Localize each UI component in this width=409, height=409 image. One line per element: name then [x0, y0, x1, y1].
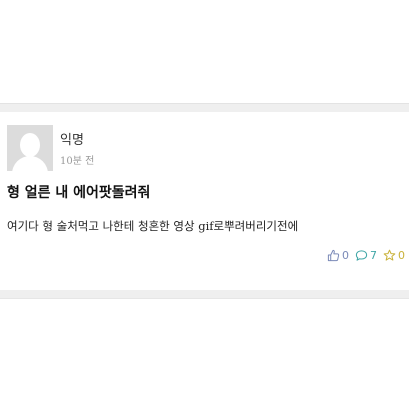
comment-count: 7	[370, 249, 377, 262]
speech-bubble-icon	[355, 250, 368, 261]
avatar-body-shape	[12, 156, 48, 171]
post-timestamp: 10분 전	[60, 156, 95, 167]
post-stats: 0 7 0	[327, 249, 405, 262]
thumbs-up-icon	[327, 249, 340, 262]
comment-button[interactable]: 7	[355, 249, 377, 262]
star-count: 0	[398, 249, 405, 262]
star-icon	[383, 249, 396, 261]
page: 익명 10분 전 형 얼른 내 에어팟돌려줘 여기다 형 술처먹고 나한테 청혼…	[0, 0, 409, 409]
section-divider-bottom	[0, 290, 409, 299]
avatar	[7, 125, 53, 171]
avatar-head-shape	[20, 133, 40, 157]
scrap-button[interactable]: 0	[383, 249, 405, 262]
like-button[interactable]: 0	[327, 249, 349, 262]
post-title[interactable]: 형 얼른 내 에어팟돌려줘	[7, 182, 150, 202]
author-name: 익명	[60, 133, 84, 148]
section-divider-top	[0, 103, 409, 112]
top-blank-area	[0, 0, 409, 103]
post-card[interactable]: 익명 10분 전 형 얼른 내 에어팟돌려줘 여기다 형 술처먹고 나한테 청혼…	[0, 112, 409, 290]
post-body: 여기다 형 술처먹고 나한테 청혼한 영상 gif로뿌려버리기전에	[7, 219, 299, 233]
like-count: 0	[342, 249, 349, 262]
